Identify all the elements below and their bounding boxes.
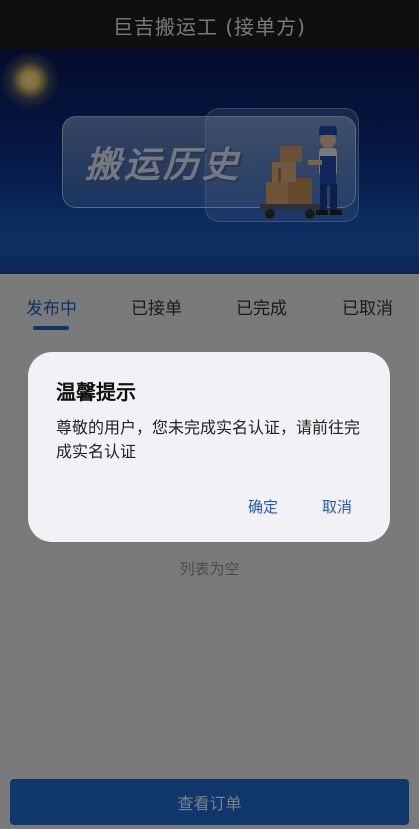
dialog-title: 温馨提示 — [56, 380, 136, 404]
confirm-button[interactable]: 确定 — [248, 496, 278, 517]
dialog-message: 尊敬的用户，您未完成实名认证，请前往完成实名认证 — [56, 418, 361, 461]
cancel-button[interactable]: 取消 — [322, 496, 352, 517]
realname-alert-dialog: 温馨提示 尊敬的用户，您未完成实名认证，请前往完成实名认证 确定 取消 — [28, 352, 390, 542]
